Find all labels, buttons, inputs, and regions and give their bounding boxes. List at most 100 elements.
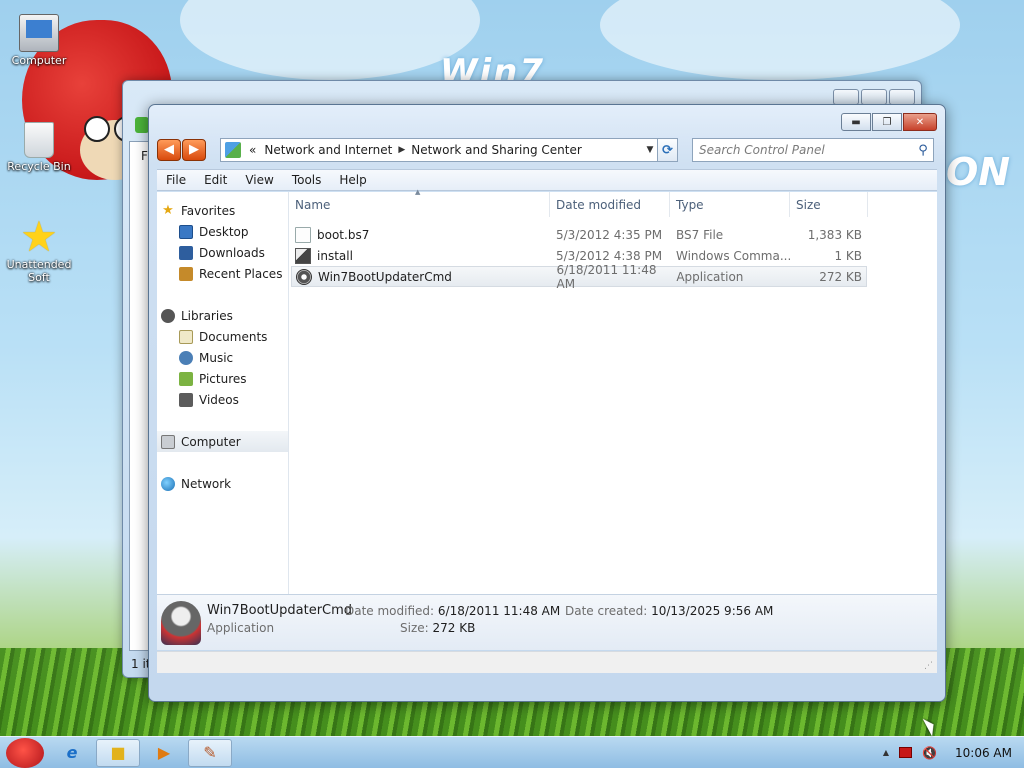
navigation-bar: ◀ ▶ « Network and Internet ▶ Network and… <box>157 137 937 163</box>
background-menu-initial[interactable]: F <box>141 149 148 163</box>
maximize-button[interactable] <box>861 89 887 105</box>
column-header-date-modified[interactable]: Date modified <box>550 192 670 217</box>
nav-downloads[interactable]: Downloads <box>157 242 288 263</box>
desktop-icon-unattended-soft[interactable]: ★ Unattended Soft <box>0 212 78 285</box>
pictures-icon <box>179 371 193 386</box>
control-panel-app-icon: ✎ <box>203 743 217 762</box>
details-label: Date created: <box>565 604 648 618</box>
forward-button[interactable]: ▶ <box>182 139 206 161</box>
desktop-icon-recycle-bin[interactable]: Recycle Bin <box>0 122 78 173</box>
file-name: Win7BootUpdaterCmd <box>318 269 452 284</box>
show-hidden-icons-icon[interactable]: ▲ <box>883 748 889 757</box>
file-size: 272 KB <box>819 269 863 284</box>
nav-label: Computer <box>181 434 241 449</box>
nav-libraries[interactable]: Libraries <box>157 305 288 326</box>
control-panel-icon <box>225 142 241 158</box>
action-center-flag-icon[interactable] <box>899 747 913 758</box>
details-label: Date modified: <box>345 604 435 618</box>
nav-arrows: ◀ ▶ <box>157 139 206 161</box>
close-button[interactable] <box>889 89 915 105</box>
cloud <box>180 0 480 80</box>
desktop-icon-label: Computer <box>11 54 67 67</box>
file-date: 6/18/2011 11:48 AM <box>556 262 657 291</box>
details-date-created: Date created: 10/13/2025 9:56 AM <box>565 604 773 618</box>
nav-gap <box>157 284 288 305</box>
favorites-star-icon: ★ <box>162 202 174 218</box>
search-icon[interactable]: ⚲ <box>913 143 933 158</box>
search-placeholder: Search Control Panel <box>699 143 825 157</box>
nav-label: Videos <box>199 392 239 407</box>
explorer-window[interactable]: ▬ ❐ ✕ ◀ ▶ « Network and Internet ▶ Netwo… <box>148 104 946 702</box>
nav-desktop[interactable]: Desktop <box>157 221 288 242</box>
nav-pictures[interactable]: Pictures <box>157 368 288 389</box>
nav-computer[interactable]: Computer <box>157 431 288 452</box>
nav-gap <box>157 452 288 473</box>
file-row[interactable]: boot.bs7 5/3/2012 4:35 PM BS7 File 1,383… <box>291 224 867 245</box>
breadcrumb-separator-icon[interactable]: ▶ <box>396 145 407 155</box>
volume-muted-icon[interactable]: 🔇 <box>922 746 937 760</box>
file-type: Windows Comma... <box>676 248 790 263</box>
refresh-button[interactable]: ⟳ <box>658 138 678 162</box>
breadcrumb-network-and-internet[interactable]: Network and Internet <box>260 143 396 157</box>
taskbar: e ■ ▶ ✎ ▲ 🔇 10:06 AM <box>0 736 1024 768</box>
nav-music[interactable]: Music <box>157 347 288 368</box>
nav-label: Music <box>199 350 234 365</box>
nav-network[interactable]: Network <box>157 473 288 494</box>
column-header-name[interactable]: Name <box>289 188 550 217</box>
menu-file[interactable]: File <box>157 173 195 187</box>
nav-videos[interactable]: Videos <box>157 389 288 410</box>
start-button[interactable] <box>0 737 48 768</box>
command-script-icon <box>295 247 311 264</box>
details-file-name: Win7BootUpdaterCmd <box>207 603 353 618</box>
maximize-button[interactable]: ❐ <box>872 113 902 131</box>
menu-help[interactable]: Help <box>330 173 375 187</box>
search-input[interactable]: Search Control Panel ⚲ <box>692 138 934 162</box>
nav-favorites[interactable]: ★ Favorites <box>157 200 288 221</box>
address-dropdown-icon[interactable]: ▼ <box>643 145 657 155</box>
file-type: Application <box>676 269 744 284</box>
close-button[interactable]: ✕ <box>903 113 937 131</box>
file-list-pane: Name Date modified Type Size boot.bs7 5/… <box>289 188 937 594</box>
back-button[interactable]: ◀ <box>157 139 181 161</box>
application-large-icon <box>161 601 201 645</box>
content-area: ★ Favorites Desktop Downloads Recent Pla… <box>157 188 937 594</box>
desktop-icon <box>179 224 193 239</box>
menu-edit[interactable]: Edit <box>195 173 236 187</box>
status-bar: ⋰ <box>157 651 937 673</box>
file-date: 5/3/2012 4:35 PM <box>556 227 663 242</box>
clock[interactable]: 10:06 AM <box>947 746 1012 760</box>
minimize-button[interactable]: ▬ <box>841 113 871 131</box>
file-row-selected[interactable]: Win7BootUpdaterCmd 6/18/2011 11:48 AM Ap… <box>291 263 867 291</box>
file-name: boot.bs7 <box>317 227 370 242</box>
minimize-button[interactable] <box>833 89 859 105</box>
taskbar-media-player[interactable]: ▶ <box>142 739 186 767</box>
recent-places-icon <box>179 266 193 281</box>
column-header-type[interactable]: Type <box>670 192 790 217</box>
column-header-size[interactable]: Size <box>790 192 868 217</box>
breadcrumb-network-and-sharing-center[interactable]: Network and Sharing Center <box>407 143 586 157</box>
menu-tools[interactable]: Tools <box>283 173 331 187</box>
taskbar-control-panel[interactable]: ✎ <box>188 738 232 767</box>
file-size: 1 KB <box>834 248 862 263</box>
details-pane: Win7BootUpdaterCmd Application Date modi… <box>157 594 937 650</box>
address-bar[interactable]: « Network and Internet ▶ Network and Sha… <box>220 138 658 162</box>
details-file-type: Application <box>207 621 275 635</box>
nav-label: Desktop <box>199 224 249 239</box>
taskbar-internet-explorer[interactable]: e <box>50 739 94 767</box>
file-date: 5/3/2012 4:38 PM <box>556 248 663 263</box>
breadcrumb-overflow[interactable]: « <box>245 143 260 157</box>
wallpaper-brand-text-right: ON <box>946 150 1011 194</box>
details-date-modified: Date modified: 6/18/2011 11:48 AM <box>345 604 560 618</box>
file-name: install <box>317 248 353 263</box>
menu-view[interactable]: View <box>236 173 282 187</box>
nav-gap <box>157 410 288 431</box>
nav-label: Libraries <box>181 308 233 323</box>
resize-grip-icon[interactable]: ⋰ <box>924 661 933 671</box>
taskbar-explorer[interactable]: ■ <box>96 738 140 767</box>
nav-documents[interactable]: Documents <box>157 326 288 347</box>
star-icon: ★ <box>20 212 58 261</box>
desktop-icon-computer[interactable]: Computer <box>0 14 78 67</box>
nav-recent-places[interactable]: Recent Places <box>157 263 288 284</box>
back-icon[interactable] <box>135 117 149 133</box>
desktop-icon-label: Recycle Bin <box>7 160 71 173</box>
